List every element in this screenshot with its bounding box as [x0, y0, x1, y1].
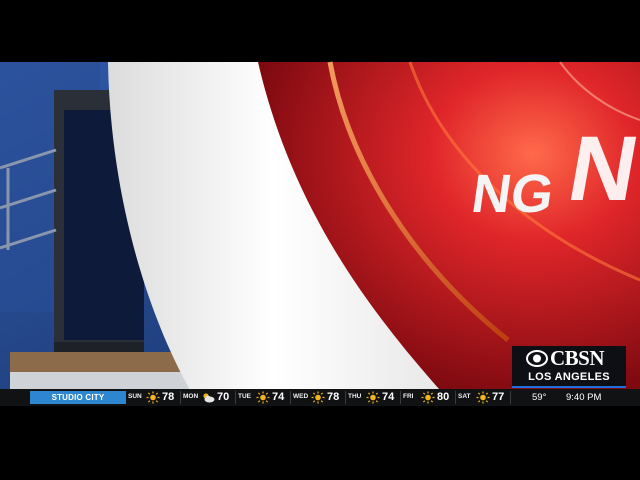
sun-icon: [476, 391, 490, 404]
forecast-divider: [400, 391, 401, 404]
ticker-location: STUDIO CITY: [30, 391, 126, 404]
forecast-day-name: TUE: [238, 393, 251, 400]
channel-logo-bug: CBSN LOS ANGELES: [512, 346, 626, 388]
forecast-day-temp: 77: [492, 391, 505, 403]
forecast-day-temp: 70: [217, 391, 230, 403]
forecast-divider: [180, 391, 181, 404]
forecast-day: WED 78: [293, 389, 346, 406]
forecast-day-temp: 78: [327, 391, 340, 403]
current-temperature: 59°: [532, 392, 547, 403]
cbs-eye-icon: [526, 350, 548, 367]
forecast-day-name: WED: [293, 393, 309, 400]
forecast-day: THU 74: [348, 389, 401, 406]
desk-panel: [10, 372, 210, 390]
forecast-day-name: FRI: [403, 393, 414, 400]
sun-icon: [421, 391, 435, 404]
forecast-divider: [455, 391, 456, 404]
forecast-divider: [510, 391, 511, 404]
forecast-divider: [345, 391, 346, 404]
forecast-day-name: SUN: [128, 393, 142, 400]
letterbox-bottom: [0, 406, 640, 480]
graphic-lettering: NG: [468, 164, 557, 224]
forecast-day-temp: 74: [272, 391, 285, 403]
forecast-day-name: MON: [183, 393, 199, 400]
forecast-day-temp: 78: [162, 391, 175, 403]
channel-brand: CBSN: [550, 346, 605, 370]
forecast-day: TUE 74: [238, 389, 291, 406]
sun-icon: [256, 391, 270, 404]
video-frame: NG N CBSN LOS ANGELES STUDIO CITY SUN 78 M…: [0, 0, 640, 480]
forecast-day-temp: 80: [437, 391, 450, 403]
forecast-divider: [235, 391, 236, 404]
forecast-day: SUN 78: [128, 389, 181, 406]
weather-ticker: STUDIO CITY SUN 78 MON 70 TUE 74 WED 78 THU 74 FRI…: [0, 389, 640, 406]
forecast-day-name: SAT: [458, 393, 471, 400]
sun-icon: [366, 391, 380, 404]
forecast-day: FRI 80: [403, 389, 456, 406]
forecast-day: MON 70: [183, 389, 236, 406]
forecast-divider: [290, 391, 291, 404]
channel-market: LOS ANGELES: [528, 371, 610, 383]
sun-icon: [146, 391, 160, 404]
forecast-day-name: THU: [348, 393, 362, 400]
sun-icon: [311, 391, 325, 404]
partly-cloudy-icon: [201, 391, 215, 404]
forecast-day-temp: 74: [382, 391, 395, 403]
forecast-day: SAT 77: [458, 389, 511, 406]
current-time: 9:40 PM: [566, 392, 602, 403]
